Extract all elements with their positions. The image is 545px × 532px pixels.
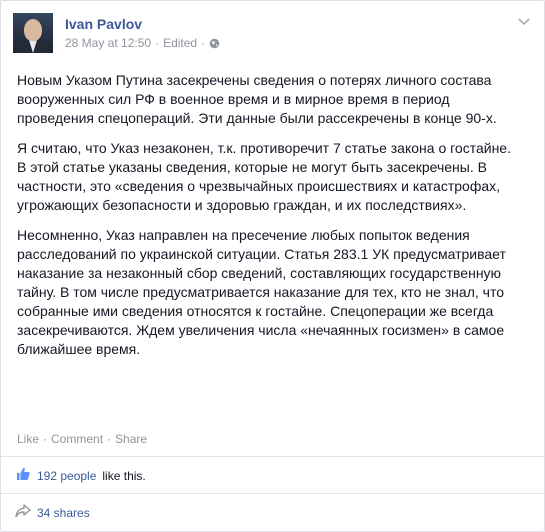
shares-count-link[interactable]: 34 shares bbox=[37, 506, 90, 520]
divider bbox=[1, 456, 544, 457]
meta-separator-2: · bbox=[201, 36, 206, 50]
share-arrow-icon bbox=[15, 504, 31, 521]
thumbs-up-icon bbox=[15, 466, 31, 485]
avatar[interactable] bbox=[13, 13, 53, 53]
post-meta: 28 May at 12:50 · Edited · bbox=[65, 36, 220, 50]
globe-icon[interactable] bbox=[209, 38, 220, 49]
likes-summary: 192 people like this. bbox=[15, 466, 146, 485]
post-paragraph-2: Я считаю, что Указ незаконен, т.к. проти… bbox=[17, 140, 511, 213]
post-card: Ivan Pavlov 28 May at 12:50 · Edited · Н… bbox=[0, 0, 545, 532]
comment-link[interactable]: Comment bbox=[51, 432, 103, 446]
post-paragraph-3: Несомненно, Указ направлен на пресечение… bbox=[17, 227, 506, 357]
post-timestamp[interactable]: 28 May at 12:50 bbox=[65, 36, 151, 50]
shares-summary: 34 shares bbox=[15, 504, 90, 521]
action-separator: · bbox=[43, 432, 48, 446]
share-link[interactable]: Share bbox=[115, 432, 147, 446]
divider-2 bbox=[1, 493, 544, 494]
likes-count-link[interactable]: 192 people bbox=[37, 469, 96, 483]
post-actions: Like · Comment · Share bbox=[17, 432, 147, 446]
action-separator-2: · bbox=[107, 432, 112, 446]
author-name[interactable]: Ivan Pavlov bbox=[65, 16, 142, 32]
post-header: Ivan Pavlov 28 May at 12:50 · Edited · bbox=[13, 13, 532, 61]
chevron-down-icon[interactable] bbox=[516, 15, 532, 29]
avatar-face-shape bbox=[24, 19, 42, 41]
post-body: Новым Указом Путина засекречены сведения… bbox=[17, 71, 522, 370]
likes-suffix: like this. bbox=[102, 468, 146, 483]
edited-label[interactable]: Edited bbox=[163, 36, 197, 50]
meta-separator: · bbox=[155, 36, 160, 50]
post-paragraph-1: Новым Указом Путина засекречены сведения… bbox=[17, 72, 497, 126]
like-link[interactable]: Like bbox=[17, 432, 39, 446]
